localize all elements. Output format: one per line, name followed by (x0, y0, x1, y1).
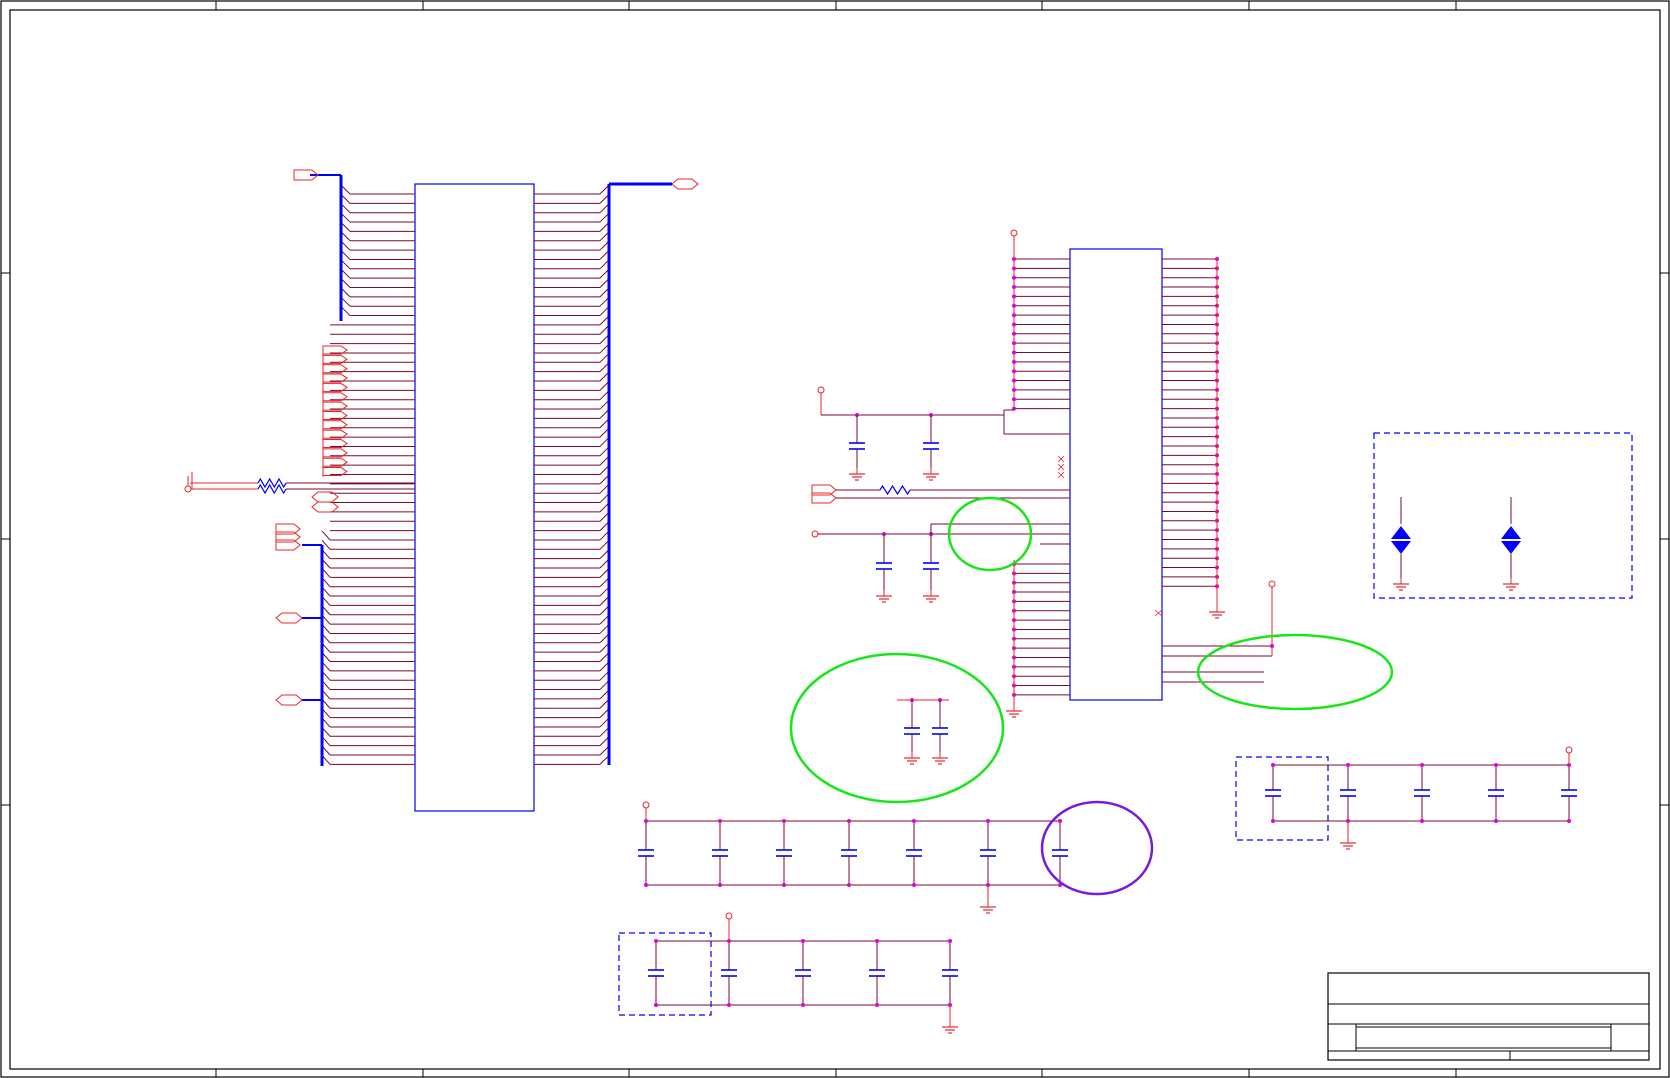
junction-dot (1420, 819, 1424, 823)
junction-dot (1567, 819, 1571, 823)
junction-dot (654, 939, 658, 943)
junction-dot (1494, 763, 1498, 767)
title-field (1355, 1026, 1612, 1049)
junction-dot (1012, 331, 1016, 336)
tvs-diode (1391, 541, 1411, 554)
junction-dot (1012, 322, 1016, 327)
junction-dot (912, 819, 916, 823)
net-port (275, 612, 303, 624)
net-port (275, 694, 303, 706)
junction-dot (654, 1003, 658, 1007)
junction-dot (1494, 819, 1498, 823)
tvs-diode (1501, 541, 1521, 554)
junction-dot (801, 939, 805, 943)
junction-dot (1012, 275, 1016, 280)
passive-components (897, 432, 1633, 765)
junction-dot (986, 819, 990, 823)
optional-cap-box (618, 932, 712, 1016)
power-port (817, 386, 825, 394)
junction-dot (782, 883, 786, 887)
outer-border (0, 0, 1670, 1078)
junction-dot (1346, 763, 1350, 767)
bypass-capacitor-banks (618, 746, 1577, 1034)
power-port (184, 485, 192, 493)
junction-dot (1012, 313, 1016, 318)
highlight-ellipse (1040, 800, 1154, 896)
junction-dot (1012, 369, 1016, 374)
junction-dot (718, 819, 722, 823)
junction-dot (1420, 763, 1424, 767)
title-block (1327, 972, 1650, 1061)
tvs-diode (1501, 526, 1521, 539)
highlight-ellipse (789, 652, 1005, 804)
junction-dot (948, 939, 952, 943)
junction-dot (1012, 350, 1016, 355)
junction-dot (1271, 819, 1275, 823)
junction-dot (1271, 763, 1275, 767)
ic-body (414, 183, 535, 812)
junction-dot (1012, 294, 1016, 299)
junction-dot (875, 939, 879, 943)
junction-dot (1012, 359, 1016, 364)
sheet-frame (0, 0, 1670, 1078)
junction-dot (782, 819, 786, 823)
junction-dot (912, 883, 916, 887)
tvs-group-box (1373, 432, 1633, 599)
junction-dot (1012, 285, 1016, 290)
tvs-diode (1391, 526, 1411, 539)
power-port (1268, 580, 1276, 588)
junction-dot (1012, 341, 1016, 346)
power-port (1010, 229, 1018, 237)
power-port (811, 530, 819, 538)
secondary-ic-block (811, 229, 1276, 718)
review-highlights (789, 496, 1394, 896)
junction-dot (1012, 397, 1016, 402)
junction-dot (718, 883, 722, 887)
resistor (257, 483, 287, 495)
net-port (311, 491, 339, 503)
junction-dot (875, 1003, 879, 1007)
junction-dot (1012, 387, 1016, 392)
junction-dot (1270, 644, 1274, 648)
net-port (311, 501, 339, 513)
bus-entry (321, 530, 331, 541)
junction-dot (644, 883, 648, 887)
resistor (257, 477, 287, 489)
power-port (725, 912, 733, 920)
schematic-sheet (0, 0, 1670, 1078)
optional-cap-box (1235, 756, 1329, 841)
power-port (642, 801, 650, 809)
inner-border (9, 9, 1661, 1070)
junction-dot (847, 883, 851, 887)
power-port (1565, 746, 1573, 754)
junction-dot (1012, 266, 1016, 271)
junction-dot (727, 1003, 731, 1007)
ic-body (1069, 248, 1163, 701)
main-ic-block (184, 169, 699, 812)
junction-dot (1058, 819, 1062, 823)
resistor (879, 484, 911, 496)
net-port (671, 178, 699, 190)
junction-dot (801, 1003, 805, 1007)
junction-dot (1012, 303, 1016, 308)
junction-dot (847, 819, 851, 823)
junction-dot (1012, 378, 1016, 383)
junction-dot (1012, 257, 1016, 261)
title-block-frame (1327, 972, 1650, 1061)
